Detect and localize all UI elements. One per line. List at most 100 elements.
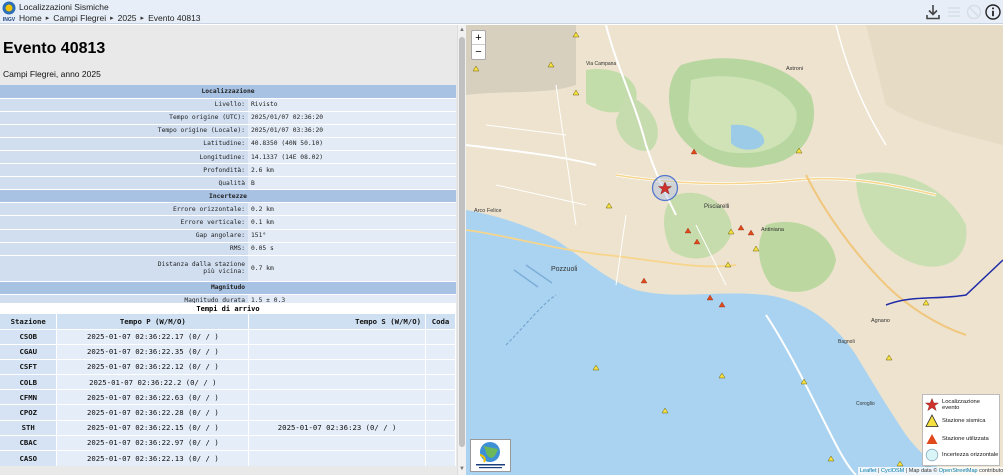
col-tempo-p: Tempo P (W/M/O) [56, 314, 250, 329]
coda-cell [425, 404, 457, 421]
legend-label: Stazione utilizzata [942, 436, 989, 442]
coda-cell [425, 328, 457, 345]
arrival-row: CFMN 2025-01-07 02:36:22.63 (0/ / ) [0, 389, 457, 405]
app-title: Localizzazioni Sismiche [19, 2, 109, 12]
info-row: Errore verticale: 0.1 km [0, 215, 456, 230]
legend-label: Incertezza orizzontale [942, 452, 999, 458]
info-value: 2025/01/07 03:36:20 [248, 124, 456, 138]
info-row: Longitudine: 14.1337 (14E 08.02) [0, 150, 456, 165]
arrival-row: CGAU 2025-01-07 02:36:22.35 (0/ / ) [0, 343, 457, 360]
station-cell: CASO [0, 449, 58, 466]
p-time-cell: 2025-01-07 02:36:22.63 (0/ / ) [56, 389, 250, 405]
left-panel-scrollbar[interactable]: ▲ ▼ [457, 25, 466, 475]
legend-item: Incertezza orizzontale [925, 448, 998, 462]
place-label: Pozzuoli [551, 266, 578, 273]
breadcrumb-separator: ▸ [45, 14, 50, 22]
station-cell: COLB [0, 374, 58, 390]
p-time-cell: 2025-01-07 02:36:22.17 (0/ / ) [56, 328, 250, 345]
col-coda: Coda [425, 314, 457, 329]
section-title: Magnitudo [0, 281, 456, 295]
p-time-cell: 2025-01-07 02:36:22.28 (0/ / ) [56, 404, 250, 421]
info-row: RMS: 0.05 s [0, 242, 456, 256]
section-title: Incertezze [0, 189, 456, 204]
info-label: Profondità: [0, 163, 248, 178]
info-row: Tempo origine (Locale): 2025/01/07 03:36:… [0, 124, 456, 138]
star-icon [925, 398, 939, 411]
arrival-row: CBAC 2025-01-07 02:36:22.97 (0/ / ) [0, 434, 457, 451]
station-cell: CPOZ [0, 404, 58, 421]
breadcrumb-year[interactable]: 2025 [118, 13, 137, 24]
info-label: Tempo origine (UTC): [0, 111, 248, 125]
coda-cell [425, 419, 457, 436]
station-cell: STH [0, 419, 58, 436]
info-row: Livello: Rivisto [0, 98, 456, 112]
zoom-out-button[interactable]: − [472, 45, 485, 59]
red-triangle-icon [926, 434, 938, 444]
info-row: Qualità B [0, 176, 456, 191]
osm-link[interactable]: OpenStreetMap [939, 468, 978, 474]
s-time-cell [248, 404, 426, 421]
info-label: Tempo origine (Locale): [0, 124, 248, 138]
cyclosm-link[interactable]: CyclOSM [881, 468, 904, 474]
scroll-up-icon[interactable]: ▲ [459, 27, 465, 33]
info-label: Errore verticale: [0, 215, 248, 230]
place-label: Agnano [871, 318, 890, 324]
info-value: Rivisto [248, 98, 456, 112]
info-section-header: Incertezze [0, 189, 456, 204]
yellow-triangle-icon [925, 414, 939, 427]
station-cell: CSFT [0, 358, 58, 375]
info-label: Gap angolare: [0, 229, 248, 243]
s-time-cell: 2025-01-07 02:36:23 (0/ / ) [248, 419, 426, 436]
list-icon[interactable] [945, 3, 963, 21]
legend-item: Localizzazione evento [925, 398, 999, 412]
coda-cell [425, 358, 457, 375]
scrollbar-thumb[interactable] [459, 37, 465, 447]
leaflet-link[interactable]: Leaflet [860, 468, 877, 474]
info-value: 2.6 km [248, 163, 456, 178]
info-label: Qualità [0, 176, 248, 191]
info-row: Distanza dalla stazione più vicina: 0.7 km [0, 255, 456, 282]
s-time-cell [248, 374, 426, 390]
p-time-cell: 2025-01-07 02:36:22.2 (0/ / ) [56, 374, 250, 390]
zoom-in-button[interactable]: + [472, 31, 485, 45]
info-row: Gap angolare: 151° [0, 229, 456, 243]
hide-icon[interactable] [965, 3, 983, 21]
coda-cell [425, 434, 457, 451]
event-details-panel: Evento 40813 Campi Flegrei, anno 2025 Lo… [0, 25, 457, 475]
p-time-cell: 2025-01-07 02:36:22.12 (0/ / ) [56, 358, 250, 375]
event-info-table: Localizzazione Livello: Rivisto Tempo origi… [0, 85, 456, 308]
arrival-row: CASO 2025-01-07 02:36:22.13 (0/ / ) [0, 449, 457, 466]
info-value: 151° [248, 229, 456, 243]
globe-icon [476, 442, 505, 469]
station-cell: CSOB [0, 328, 58, 345]
coda-cell [425, 389, 457, 405]
place-label: Arco Felice [474, 208, 502, 214]
info-value: B [248, 176, 456, 191]
place-label: Via Campana [586, 61, 616, 67]
info-label: Livello: [0, 98, 248, 112]
info-icon[interactable] [984, 3, 1002, 21]
place-label: Astroni [786, 66, 803, 72]
p-time-cell: 2025-01-07 02:36:22.15 (0/ / ) [56, 419, 250, 436]
arrival-row: CSOB 2025-01-07 02:36:22.17 (0/ / ) [0, 328, 457, 345]
scroll-down-icon[interactable]: ▼ [459, 466, 465, 472]
info-value: 14.1337 (14E 08.02) [248, 150, 456, 165]
svg-text:INGV: INGV [3, 17, 16, 23]
breadcrumb-separator: ▸ [110, 14, 114, 22]
ingv-logo-icon[interactable]: INGV [1, 1, 17, 23]
info-label: Latitudine: [0, 137, 248, 151]
breadcrumb-event: Evento 40813 [148, 12, 201, 23]
coda-cell [425, 343, 457, 360]
info-value: 0.2 km [248, 202, 456, 217]
event-subtitle: Campi Flegrei, anno 2025 [3, 69, 101, 79]
breadcrumb-area[interactable]: Campi Flegrei [53, 13, 106, 24]
section-title: Localizzazione [0, 85, 456, 99]
s-time-cell [248, 434, 426, 451]
place-label: Antiniana [761, 227, 785, 233]
legend-label: Localizzazione evento [941, 399, 981, 411]
top-header: INGV Localizzazioni Sismiche Home ▸ Camp… [0, 0, 1003, 24]
info-section-header: Magnitudo [0, 281, 456, 295]
download-icon[interactable] [924, 3, 942, 21]
coda-cell [425, 374, 457, 390]
breadcrumb-home[interactable]: Home [19, 13, 42, 24]
